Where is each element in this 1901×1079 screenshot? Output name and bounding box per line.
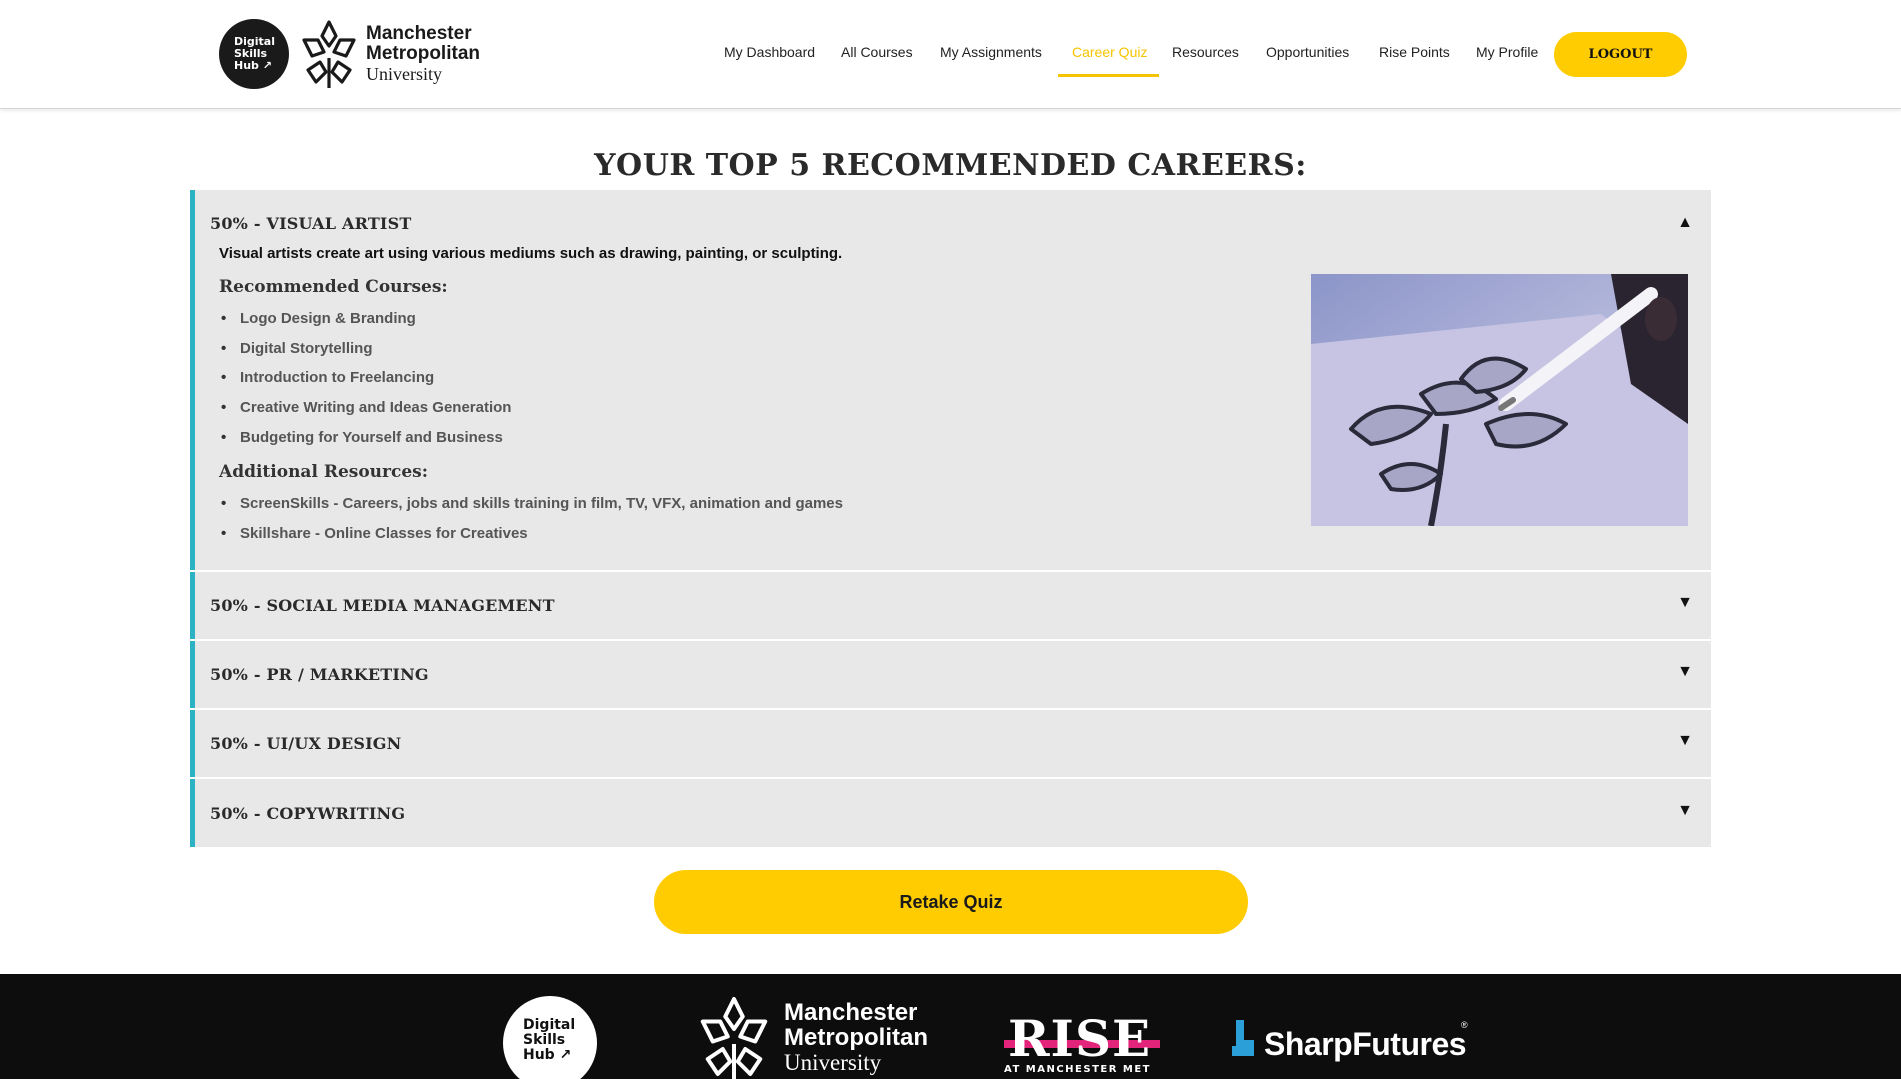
page-title: YOUR TOP 5 RECOMMENDED CAREERS: [594,148,1307,183]
rise-wordmark: RISE [1008,1009,1152,1068]
nav-my-profile[interactable]: My Profile [1476,44,1538,60]
active-nav-underline [1058,74,1159,77]
career-panel-ui-ux-design[interactable]: 50% - UI/UX DESIGN ▼ [190,710,1711,777]
additional-resources-list: ScreenSkills - Careers, jobs and skills … [221,495,843,555]
nav-career-quiz[interactable]: Career Quiz [1072,44,1147,60]
course-link[interactable]: Introduction to Freelancing [221,369,511,399]
footer-hub-line: Digital [523,1017,576,1033]
course-link[interactable]: Logo Design & Branding [221,310,511,340]
site-footer: Digital Skills Hub ↗ Manchester Metropol… [0,974,1901,1079]
nav-my-assignments[interactable]: My Assignments [940,44,1042,60]
main-nav: My Dashboard All Courses My Assignments … [0,0,1901,109]
career-title[interactable]: 50% - UI/UX DESIGN [210,734,401,753]
footer-mmu-logo[interactable]: Manchester Metropolitan University [692,994,942,1079]
nav-all-courses[interactable]: All Courses [841,44,913,60]
career-title[interactable]: 50% - VISUAL ARTIST [210,214,411,233]
expand-arrow-icon[interactable]: ▼ [1677,732,1693,750]
nav-opportunities[interactable]: Opportunities [1266,44,1349,60]
career-panel-copywriting[interactable]: 50% - COPYWRITING ▼ [190,779,1711,847]
logout-button[interactable]: LOGOUT [1554,32,1687,77]
career-panel-social-media-management[interactable]: 50% - SOCIAL MEDIA MANAGEMENT ▼ [190,572,1711,639]
footer-sharpfutures-logo[interactable]: SharpFutures ® [1232,1020,1472,1070]
footer-mmu-wordmark: Manchester Metropolitan University [784,1000,928,1075]
footer-mmu-flower-icon [700,997,768,1079]
career-panel-visual-artist: 50% - VISUAL ARTIST ▲ Visual artists cre… [190,190,1711,570]
registered-mark: ® [1461,1020,1468,1030]
footer-hub-line: Skills [523,1032,566,1048]
footer-hub-line: Hub ↗ [523,1047,572,1063]
retake-quiz-button[interactable]: Retake Quiz [654,870,1248,934]
site-header: Digital Skills Hub ↗ Manchester Metropol… [0,0,1901,109]
nav-resources[interactable]: Resources [1172,44,1239,60]
resource-link[interactable]: Skillshare - Online Classes for Creative… [221,525,843,555]
stylus-drawing-illustration [1311,274,1688,526]
sharpfutures-mark-icon [1232,1020,1254,1056]
footer-mmu-line2: Metropolitan [784,1024,928,1051]
sharpfutures-wordmark: SharpFutures [1264,1026,1467,1062]
course-link[interactable]: Creative Writing and Ideas Generation [221,399,511,429]
collapse-arrow-icon[interactable]: ▲ [1677,214,1693,232]
course-link[interactable]: Digital Storytelling [221,340,511,370]
career-title[interactable]: 50% - COPYWRITING [210,804,405,823]
recommended-courses-list: Logo Design & Branding Digital Storytell… [221,310,511,459]
footer-mmu-line1: Manchester [784,999,918,1026]
additional-resources-heading: Additional Resources: [219,462,429,482]
course-link[interactable]: Budgeting for Yourself and Business [221,429,511,459]
footer-rise-logo[interactable]: RISE AT MANCHESTER MET [1004,1014,1164,1079]
recommended-courses-heading: Recommended Courses: [219,277,448,297]
expand-arrow-icon[interactable]: ▼ [1677,594,1693,612]
career-title[interactable]: 50% - SOCIAL MEDIA MANAGEMENT [210,596,555,615]
footer-mmu-line3: University [784,1050,882,1075]
expand-arrow-icon[interactable]: ▼ [1677,802,1693,820]
nav-my-dashboard[interactable]: My Dashboard [724,44,815,60]
career-illustration-image [1311,274,1688,526]
resource-link[interactable]: ScreenSkills - Careers, jobs and skills … [221,495,843,525]
footer-digital-skills-hub-logo[interactable]: Digital Skills Hub ↗ [503,996,597,1079]
nav-rise-points[interactable]: Rise Points [1379,44,1450,60]
rise-subtitle: AT MANCHESTER MET [1004,1064,1152,1075]
career-panel-pr-marketing[interactable]: 50% - PR / MARKETING ▼ [190,641,1711,708]
expand-arrow-icon[interactable]: ▼ [1677,663,1693,681]
career-title[interactable]: 50% - PR / MARKETING [210,665,429,684]
career-description: Visual artists create art using various … [219,245,843,262]
